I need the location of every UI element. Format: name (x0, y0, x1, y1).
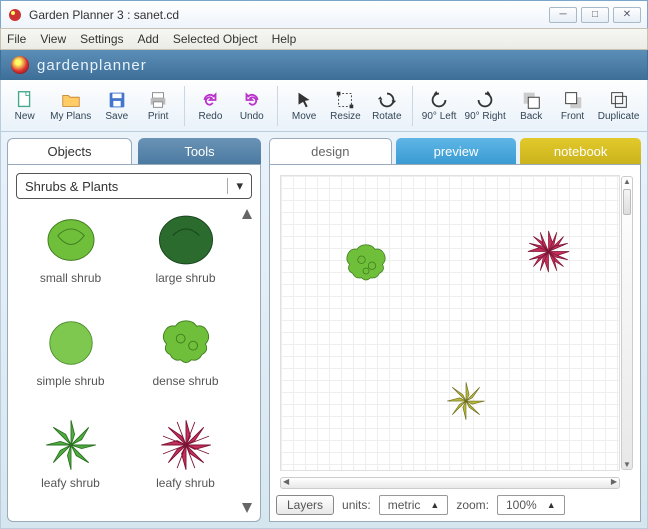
print-icon (147, 89, 169, 111)
close-button[interactable]: ✕ (613, 7, 641, 23)
rotate-button[interactable]: Rotate (367, 87, 406, 124)
canvas-plant-yellow-leafy[interactable] (441, 376, 491, 426)
design-canvas[interactable] (280, 175, 620, 471)
menu-add[interactable]: Add (138, 32, 159, 46)
undo-button[interactable]: Undo (232, 87, 271, 124)
units-select[interactable]: metric▲ (379, 495, 449, 515)
new-file-icon (14, 89, 36, 111)
tab-preview[interactable]: preview (396, 138, 517, 164)
bring-front-button[interactable]: Front (553, 87, 592, 124)
new-button[interactable]: New (5, 87, 44, 124)
toolbar-separator (412, 86, 413, 126)
window-titlebar: Garden Planner 3 : sanet.cd ─ □ ✕ (0, 0, 648, 28)
tab-tools[interactable]: Tools (138, 138, 261, 164)
tab-design[interactable]: design (269, 138, 392, 164)
rotate-right-icon (474, 89, 496, 111)
canvas-vertical-scrollbar[interactable] (621, 176, 633, 470)
toolbar-separator (277, 86, 278, 126)
toolbar: New My Plans Save Print Redo Undo Move R… (0, 80, 648, 132)
object-large-shrub[interactable]: large shrub (131, 209, 240, 308)
chevron-down-icon: ▲ (430, 500, 439, 510)
bring-front-icon (562, 89, 584, 111)
redo-button[interactable]: Redo (191, 87, 230, 124)
save-icon (106, 89, 128, 111)
category-dropdown[interactable]: Shrubs & Plants ▾ (16, 173, 252, 199)
duplicate-button[interactable]: Duplicate (594, 87, 643, 124)
category-value: Shrubs & Plants (25, 179, 118, 194)
canvas-horizontal-scrollbar[interactable] (280, 477, 620, 489)
canvas-plant-dense-shrub[interactable] (336, 236, 396, 291)
move-button[interactable]: Move (284, 87, 323, 124)
rotate-left-icon (428, 89, 450, 111)
right-panel: design preview notebook Layers units: me… (269, 138, 641, 522)
object-leafy-shrub-green[interactable]: leafy shrub (16, 414, 125, 513)
object-scrollbar[interactable] (242, 209, 252, 513)
send-back-button[interactable]: Back (512, 87, 551, 124)
menu-selected-object[interactable]: Selected Object (173, 32, 258, 46)
undo-icon (241, 89, 263, 111)
maximize-button[interactable]: □ (581, 7, 609, 23)
resize-icon (334, 89, 356, 111)
rotate-right-button[interactable]: 90° Right (461, 87, 510, 124)
minimize-button[interactable]: ─ (549, 7, 577, 23)
canvas-plant-red-leafy[interactable] (521, 224, 576, 279)
rotate-icon (376, 89, 398, 111)
app-icon (7, 7, 23, 23)
menu-bar: File View Settings Add Selected Object H… (0, 28, 648, 50)
zoom-select[interactable]: 100%▲ (497, 495, 565, 515)
chevron-down-icon: ▲ (547, 500, 556, 510)
left-panel: Objects Tools Shrubs & Plants ▾ small sh… (7, 138, 261, 522)
redo-icon (199, 89, 221, 111)
folder-icon (60, 89, 82, 111)
canvas-area: Layers units: metric▲ zoom: 100%▲ (269, 164, 641, 522)
layers-button[interactable]: Layers (276, 495, 334, 515)
workspace: Objects Tools Shrubs & Plants ▾ small sh… (0, 132, 648, 529)
print-button[interactable]: Print (138, 87, 177, 124)
save-button[interactable]: Save (97, 87, 136, 124)
object-small-shrub[interactable]: small shrub (16, 209, 125, 308)
units-label: units: (342, 498, 371, 512)
canvas-footer: Layers units: metric▲ zoom: 100%▲ (276, 489, 634, 515)
object-dense-shrub[interactable]: dense shrub (131, 312, 240, 411)
zoom-label: zoom: (456, 498, 489, 512)
chevron-down-icon: ▾ (227, 178, 243, 194)
send-back-icon (520, 89, 542, 111)
object-simple-shrub[interactable]: simple shrub (16, 312, 125, 411)
menu-view[interactable]: View (40, 32, 66, 46)
brand-name: gardenplanner (37, 57, 147, 74)
rotate-left-button[interactable]: 90° Left (419, 87, 458, 124)
tab-objects[interactable]: Objects (7, 138, 132, 164)
menu-help[interactable]: Help (272, 32, 297, 46)
menu-settings[interactable]: Settings (80, 32, 123, 46)
brand-logo-icon (11, 56, 29, 74)
my-plans-button[interactable]: My Plans (46, 87, 95, 124)
duplicate-icon (608, 89, 630, 111)
tab-notebook[interactable]: notebook (520, 138, 641, 164)
window-title: Garden Planner 3 : sanet.cd (29, 8, 179, 22)
brand-bar: gardenplanner (0, 50, 648, 80)
resize-button[interactable]: Resize (326, 87, 365, 124)
cursor-icon (293, 89, 315, 111)
toolbar-separator (184, 86, 185, 126)
menu-file[interactable]: File (7, 32, 26, 46)
object-grid: small shrub large shrub simple shrub den… (16, 209, 252, 513)
object-leafy-shrub-red[interactable]: leafy shrub (131, 414, 240, 513)
